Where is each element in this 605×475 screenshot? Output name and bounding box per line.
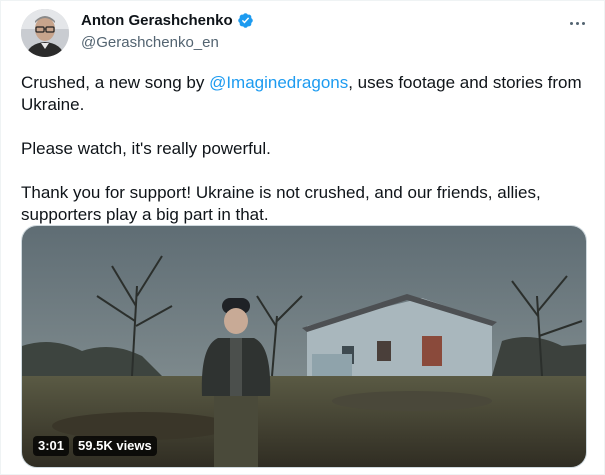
verified-badge-icon (237, 12, 254, 29)
tweet-paragraph: Thank you for support! Ukraine is not cr… (21, 183, 541, 224)
video-duration-badge: 3:01 (33, 436, 70, 456)
tweet-paragraph: Crushed, a new song by @Imaginedragons, … (21, 73, 582, 114)
tweet-text: Crushed, a new song by @Imaginedragons, … (21, 72, 589, 226)
avatar-photo (21, 9, 69, 57)
video-thumbnail (22, 226, 586, 467)
author-display-name[interactable]: Anton Gerashchenko (81, 12, 233, 29)
author-handle[interactable]: @Gerashchenko_en (81, 34, 219, 51)
more-options-button[interactable] (563, 9, 591, 37)
video-views-badge: 59.5K views (73, 436, 157, 456)
more-horizontal-icon (569, 21, 573, 25)
video-player[interactable]: 3:01 59.5K views (21, 225, 587, 468)
mention-link[interactable]: @Imaginedragons (209, 73, 348, 92)
tweet-paragraph: Please watch, it's really powerful. (21, 139, 271, 158)
tweet-card[interactable]: Anton Gerashchenko @Gerashchenko_en Crus… (0, 0, 605, 475)
avatar[interactable] (21, 9, 69, 57)
